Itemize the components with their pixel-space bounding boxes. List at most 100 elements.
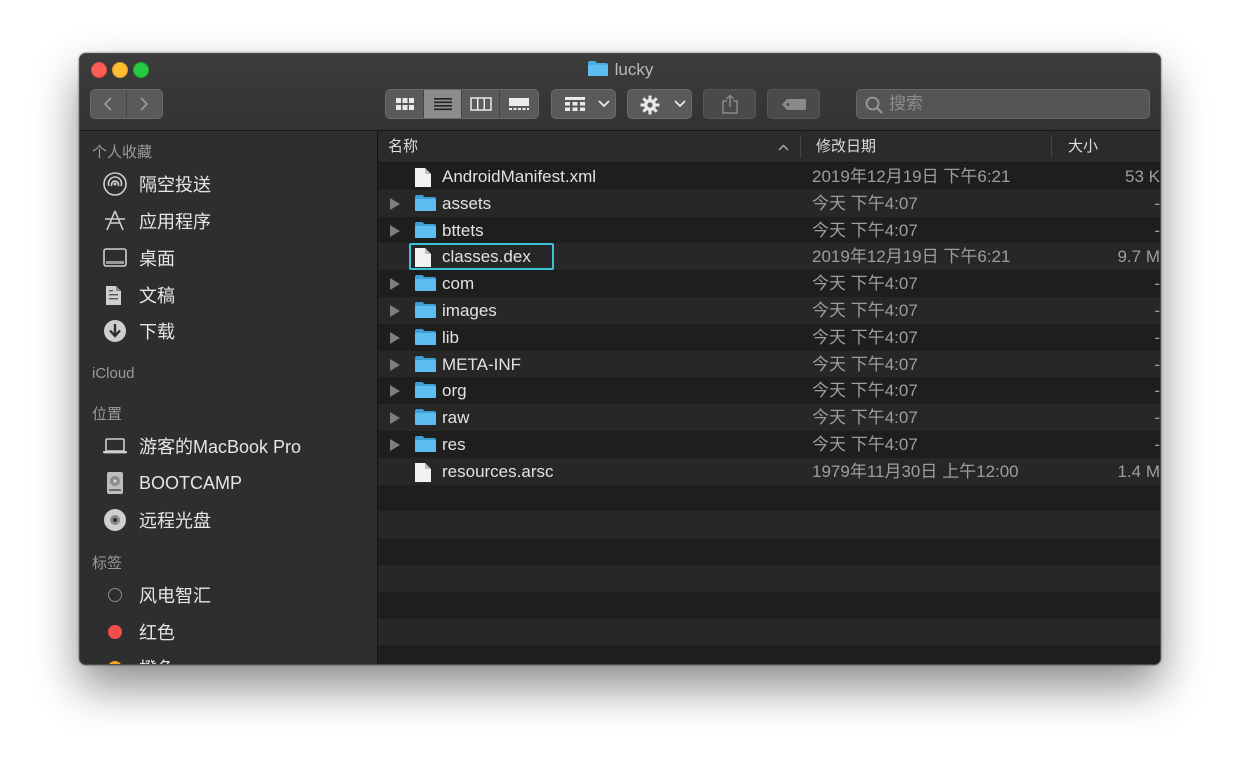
chevron-left-icon: [103, 97, 112, 111]
tag-button[interactable]: [767, 89, 820, 119]
disclosure-triangle-icon[interactable]: [390, 439, 400, 451]
folder-icon: [414, 274, 437, 297]
file-date: 今天 下午4:07: [812, 193, 918, 213]
empty-row: [378, 618, 1160, 646]
back-button[interactable]: [91, 90, 127, 118]
file-name[interactable]: lib: [442, 324, 459, 351]
file-size: -: [1154, 435, 1160, 454]
empty-row: [378, 591, 1160, 619]
file-name[interactable]: bttets: [442, 217, 484, 244]
sidebar-item-applications[interactable]: 应用程序: [102, 208, 211, 234]
sidebar-item-macbook[interactable]: 游客的MacBook Pro: [102, 433, 301, 459]
search-icon: [865, 96, 883, 114]
search-input[interactable]: 搜索: [856, 89, 1150, 119]
file-name[interactable]: AndroidManifest.xml: [442, 163, 596, 190]
orange-tag-dot-icon: [108, 661, 122, 664]
file-name[interactable]: resources.arsc: [442, 458, 553, 485]
column-header-date[interactable]: 修改日期: [816, 131, 876, 162]
finder-window: lucky 搜索 个人收藏 隔空投送 应用程序 桌面 文稿 下载 iCloud …: [79, 53, 1161, 665]
file-size: -: [1154, 274, 1160, 294]
disclosure-triangle-icon[interactable]: [390, 278, 400, 291]
table-row[interactable]: com 今天 下午4:07 -: [378, 270, 1160, 298]
sidebar-tag-red[interactable]: 红色: [102, 619, 175, 645]
group-by-button[interactable]: [551, 89, 616, 119]
folder-icon: [414, 408, 437, 431]
table-row[interactable]: assets 今天 下午4:07 -: [378, 189, 1160, 217]
file-size: -: [1154, 354, 1160, 374]
share-button[interactable]: [703, 89, 756, 119]
action-menu-button[interactable]: [627, 89, 692, 119]
column-divider[interactable]: [1051, 135, 1052, 158]
red-tag-dot-icon: [108, 625, 122, 639]
window-title-bar: lucky: [80, 59, 1160, 81]
empty-row: [378, 511, 1160, 539]
toolbar: lucky 搜索: [80, 54, 1160, 131]
grid-icon: [395, 98, 414, 110]
documents-icon: [102, 282, 132, 308]
disclosure-triangle-icon[interactable]: [390, 305, 400, 317]
table-row[interactable]: META-INF 今天 下午4:07 -: [378, 350, 1160, 378]
disclosure-triangle-icon[interactable]: [390, 224, 400, 237]
table-row[interactable]: bttets 今天 下午4:07 -: [378, 216, 1160, 244]
sidebar-tag-orange[interactable]: 橙色: [102, 655, 175, 664]
folder-icon: [414, 328, 437, 351]
table-row[interactable]: AndroidManifest.xml 2019年12月19日 下午6:21 53 …: [378, 163, 1160, 190]
gallery-view-button[interactable]: [500, 90, 538, 118]
file-name[interactable]: com: [442, 270, 474, 297]
disclosure-triangle-icon[interactable]: [390, 197, 400, 210]
file-name[interactable]: classes.dex: [442, 243, 531, 270]
file-size: -: [1154, 220, 1160, 240]
forward-button[interactable]: [126, 90, 162, 118]
file-name[interactable]: META-INF: [442, 351, 521, 378]
sidebar-item-bootcamp[interactable]: BOOTCAMP: [102, 470, 242, 496]
view-mode-control: [385, 89, 539, 119]
file-size: -: [1154, 301, 1160, 320]
file-name[interactable]: res: [442, 431, 466, 458]
disclosure-triangle-icon[interactable]: [390, 331, 400, 344]
icon-view-button[interactable]: [386, 90, 424, 118]
sidebar-item-label: 隔空投送: [139, 175, 211, 195]
column-view-button[interactable]: [462, 90, 500, 118]
table-row[interactable]: raw 今天 下午4:07 -: [378, 404, 1160, 432]
table-row[interactable]: org 今天 下午4:07 -: [378, 377, 1160, 405]
list-view-button[interactable]: [424, 90, 462, 118]
disclosure-triangle-icon[interactable]: [390, 412, 400, 425]
table-row[interactable]: lib 今天 下午4:07 -: [378, 323, 1160, 351]
file-name[interactable]: raw: [442, 404, 469, 431]
file-date: 今天 下午4:07: [812, 274, 918, 294]
column-header-size[interactable]: 大小: [1068, 131, 1098, 162]
sidebar-item-label: 下载: [139, 322, 175, 342]
laptop-icon: [102, 433, 132, 459]
sidebar-tag-item[interactable]: 风电智汇: [102, 582, 211, 608]
column-header-name[interactable]: 名称: [388, 131, 418, 162]
sidebar-item-documents[interactable]: 文稿: [102, 282, 175, 308]
chevron-right-icon: [140, 97, 149, 111]
column-header: 名称 修改日期 大小: [378, 131, 1160, 163]
sidebar-item-label: 应用程序: [139, 212, 211, 232]
file-name[interactable]: assets: [442, 190, 491, 217]
sidebar-item-label: 文稿: [139, 286, 175, 306]
table-row[interactable]: images 今天 下午4:07 -: [378, 297, 1160, 324]
sort-ascending-icon: [778, 144, 789, 151]
disclosure-triangle-icon[interactable]: [390, 385, 400, 398]
file-name[interactable]: org: [442, 377, 467, 404]
navigation-buttons: [90, 89, 163, 119]
gear-icon: [640, 95, 660, 115]
table-row[interactable]: res 今天 下午4:07 -: [378, 431, 1160, 458]
disclosure-triangle-icon[interactable]: [390, 358, 400, 371]
sidebar-item-remote-disc[interactable]: 远程光盘: [102, 507, 211, 533]
file-date: 今天 下午4:07: [812, 435, 918, 454]
file-date: 今天 下午4:07: [812, 220, 918, 240]
column-divider[interactable]: [800, 135, 801, 158]
file-date: 2019年12月19日 下午6:21: [812, 247, 1011, 267]
file-date: 2019年12月19日 下午6:21: [812, 167, 1011, 186]
sidebar-item-label: 游客的MacBook Pro: [139, 437, 302, 457]
file-name[interactable]: images: [442, 297, 497, 324]
chevron-down-icon: [598, 100, 610, 108]
sidebar-item-downloads[interactable]: 下载: [102, 318, 175, 344]
sidebar-item-airdrop[interactable]: 隔空投送: [102, 171, 211, 197]
folder-icon: [414, 381, 437, 404]
table-row[interactable]: classes.dex 2019年12月19日 下午6:21 9.7 M: [378, 243, 1160, 271]
sidebar-item-desktop[interactable]: 桌面: [102, 245, 175, 271]
table-row[interactable]: resources.arsc 1979年11月30日 上午12:00 1.4 M: [378, 457, 1160, 485]
